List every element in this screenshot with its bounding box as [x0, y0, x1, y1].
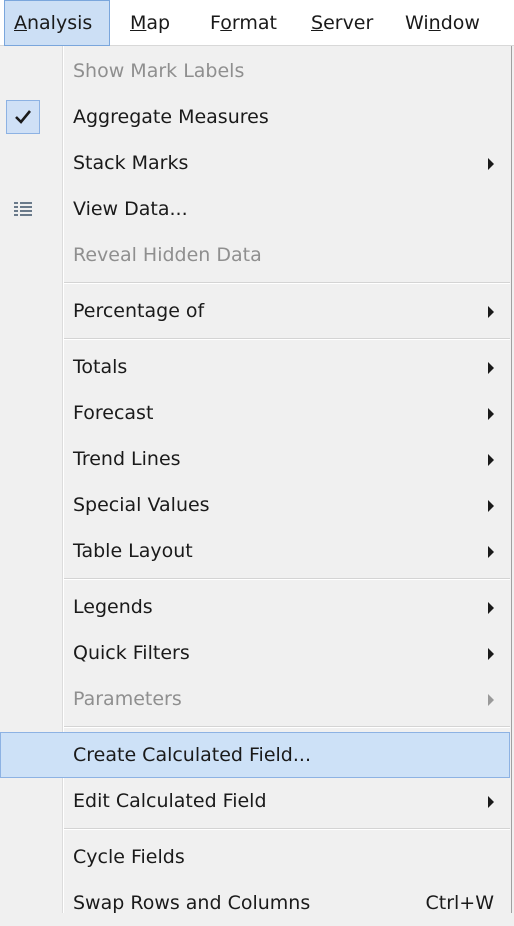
menu-format[interactable]: Format	[210, 0, 277, 46]
menu-server-accesskey: S	[311, 12, 324, 34]
menu-window-label-a: Wi	[405, 12, 429, 34]
menu-separator	[64, 828, 510, 830]
menu-item-quick-filters[interactable]: Quick Filters	[0, 630, 510, 676]
menu-item-label: Show Mark Labels	[73, 60, 245, 82]
menu-item-swap-rows-and-columns[interactable]: Swap Rows and Columns Ctrl+W	[0, 880, 510, 926]
submenu-arrow-icon	[488, 408, 494, 420]
submenu-arrow-icon	[488, 306, 494, 318]
menu-item-totals[interactable]: Totals	[0, 344, 510, 390]
menu-server-label-b: erver	[323, 12, 374, 34]
menu-format-accesskey: o	[220, 12, 232, 34]
menu-separator	[64, 578, 510, 580]
menu-item-label: Edit Calculated Field	[73, 790, 267, 812]
data-grid-icon	[14, 202, 32, 216]
menu-item-label: Totals	[73, 356, 128, 378]
submenu-arrow-icon	[488, 362, 494, 374]
menu-item-percentage-of[interactable]: Percentage of	[0, 288, 510, 334]
menu-item-label: Table Layout	[73, 540, 193, 562]
menu-item-label: Swap Rows and Columns	[73, 892, 311, 914]
menu-bar: Analysis Map Format Server Window	[0, 0, 514, 46]
menu-item-aggregate-measures[interactable]: Aggregate Measures	[0, 94, 510, 140]
analysis-dropdown-menu: Show Mark Labels Aggregate Measures Stac…	[0, 46, 512, 914]
submenu-arrow-icon	[488, 454, 494, 466]
submenu-arrow-icon	[488, 546, 494, 558]
menu-item-special-values[interactable]: Special Values	[0, 482, 510, 528]
menu-item-trend-lines[interactable]: Trend Lines	[0, 436, 510, 482]
menu-item-label: Create Calculated Field...	[73, 744, 311, 766]
menu-item-label: Cycle Fields	[73, 846, 185, 868]
menu-separator	[64, 338, 510, 340]
menu-map[interactable]: Map	[130, 0, 170, 46]
menu-window-label-b: dow	[440, 12, 480, 34]
menu-item-show-mark-labels[interactable]: Show Mark Labels	[0, 48, 510, 94]
menu-item-edit-calculated-field[interactable]: Edit Calculated Field	[0, 778, 510, 824]
menu-item-label: View Data...	[73, 198, 188, 220]
submenu-arrow-icon	[488, 158, 494, 170]
menu-item-label: Quick Filters	[73, 642, 190, 664]
menu-item-label: Legends	[73, 596, 153, 618]
menu-analysis-accesskey: A	[14, 12, 27, 34]
menu-item-cycle-fields[interactable]: Cycle Fields	[0, 834, 510, 880]
menu-item-create-calculated-field[interactable]: Create Calculated Field...	[0, 732, 510, 778]
menu-item-label: Aggregate Measures	[73, 106, 269, 128]
menu-item-view-data[interactable]: View Data...	[0, 186, 510, 232]
menu-item-table-layout[interactable]: Table Layout	[0, 528, 510, 574]
submenu-arrow-icon	[488, 694, 494, 706]
menu-format-label-a: F	[210, 12, 221, 34]
menu-item-label: Forecast	[73, 402, 154, 424]
menu-analysis-label-b: nalysis	[27, 12, 93, 34]
checkmark-icon	[6, 100, 40, 134]
menu-server[interactable]: Server	[311, 0, 373, 46]
menu-item-label: Percentage of	[73, 300, 205, 322]
submenu-arrow-icon	[488, 648, 494, 660]
menu-item-label: Stack Marks	[73, 152, 189, 174]
menu-window[interactable]: Window	[405, 0, 480, 46]
menu-separator	[64, 726, 510, 728]
menu-window-accesskey: n	[428, 12, 441, 34]
menu-analysis[interactable]: Analysis	[4, 0, 110, 46]
menu-item-parameters[interactable]: Parameters	[0, 676, 510, 722]
submenu-arrow-icon	[488, 602, 494, 614]
menu-item-label: Reveal Hidden Data	[73, 244, 262, 266]
menu-item-stack-marks[interactable]: Stack Marks	[0, 140, 510, 186]
menu-item-forecast[interactable]: Forecast	[0, 390, 510, 436]
menu-map-label-b: ap	[146, 12, 171, 34]
menu-item-reveal-hidden-data[interactable]: Reveal Hidden Data	[0, 232, 510, 278]
submenu-arrow-icon	[488, 500, 494, 512]
submenu-arrow-icon	[488, 796, 494, 808]
menu-item-shortcut: Ctrl+W	[425, 892, 494, 914]
menu-format-label-b: rmat	[231, 12, 277, 34]
menu-item-label: Special Values	[73, 494, 210, 516]
menu-map-accesskey: M	[130, 12, 147, 34]
menu-separator	[64, 282, 510, 284]
menu-item-label: Parameters	[73, 688, 182, 710]
menu-item-label: Trend Lines	[73, 448, 181, 470]
menu-item-legends[interactable]: Legends	[0, 584, 510, 630]
